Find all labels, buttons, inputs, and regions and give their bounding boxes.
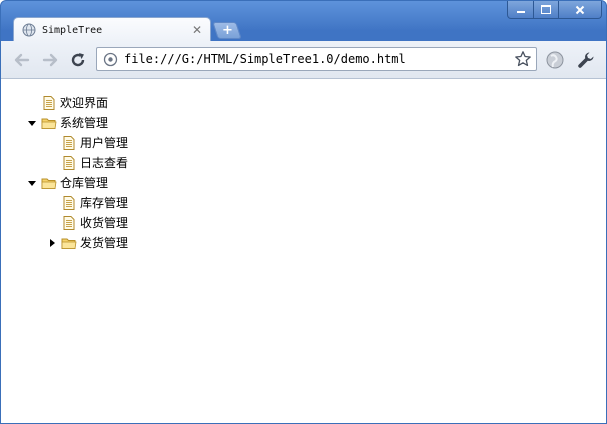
tree-folder[interactable]: 系统管理	[25, 113, 128, 133]
page-icon	[63, 216, 75, 230]
wrench-icon[interactable]	[576, 50, 596, 70]
tab-strip: SimpleTree ✕ +	[1, 1, 606, 42]
tab-simpletree[interactable]: SimpleTree ✕	[13, 17, 211, 42]
page-icon	[63, 196, 75, 210]
maximize-icon	[541, 5, 551, 14]
address-text: file:///G:/HTML/SimpleTree1.0/demo.html	[124, 52, 406, 66]
close-window-button[interactable]	[559, 1, 602, 19]
collapse-triangle-icon[interactable]	[25, 176, 39, 190]
tree-folder[interactable]: 发货管理	[25, 233, 128, 253]
tree-node-label[interactable]: 日志查看	[80, 155, 128, 171]
window-controls	[507, 1, 602, 19]
page-icon	[43, 96, 55, 110]
tree-item[interactable]: 日志查看	[25, 153, 128, 173]
folder-icon	[41, 178, 57, 189]
tree-node-label[interactable]: 收货管理	[80, 215, 128, 231]
tree-item[interactable]: 库存管理	[25, 193, 128, 213]
close-tab-icon[interactable]: ✕	[192, 24, 202, 36]
tree-node-label[interactable]: 用户管理	[80, 135, 128, 151]
reload-icon[interactable]	[69, 51, 87, 69]
tree-folder[interactable]: 仓库管理	[25, 173, 128, 193]
tree-node-label[interactable]: 发货管理	[80, 235, 128, 251]
tab-title: SimpleTree	[42, 24, 103, 36]
back-arrow-icon[interactable]	[13, 51, 31, 69]
globe-icon	[22, 23, 36, 37]
star-icon[interactable]	[514, 50, 532, 68]
globe-menu-icon[interactable]	[545, 50, 565, 70]
folder-icon	[41, 118, 57, 129]
tree-item[interactable]: 用户管理	[25, 133, 128, 153]
simple-tree: 欢迎界面系统管理用户管理日志查看仓库管理库存管理收货管理发货管理	[25, 93, 128, 253]
plus-icon: +	[221, 23, 233, 38]
forward-arrow-icon[interactable]	[41, 51, 59, 69]
tree-node-label[interactable]: 系统管理	[60, 115, 108, 131]
address-bar[interactable]: file:///G:/HTML/SimpleTree1.0/demo.html	[96, 47, 537, 71]
close-icon	[575, 5, 585, 14]
page-icon	[63, 136, 75, 150]
minimize-button[interactable]	[507, 1, 534, 19]
tree-item[interactable]: 欢迎界面	[25, 93, 128, 113]
minimize-icon	[516, 11, 525, 13]
tree-node-label[interactable]: 仓库管理	[60, 175, 108, 191]
new-tab-button[interactable]: +	[212, 22, 242, 39]
browser-window: SimpleTree ✕ + file:///G:/HTML/SimpleTre…	[0, 0, 607, 424]
maximize-button[interactable]	[534, 1, 559, 19]
page-content: 欢迎界面系统管理用户管理日志查看仓库管理库存管理收货管理发货管理	[1, 79, 606, 423]
browser-toolbar: file:///G:/HTML/SimpleTree1.0/demo.html	[1, 41, 606, 79]
page-icon	[103, 52, 118, 66]
folder-icon	[61, 238, 77, 249]
tree-node-label[interactable]: 欢迎界面	[60, 95, 108, 111]
tree-node-label[interactable]: 库存管理	[80, 195, 128, 211]
expand-triangle-icon[interactable]	[45, 236, 59, 250]
page-icon	[63, 156, 75, 170]
tree-item[interactable]: 收货管理	[25, 213, 128, 233]
collapse-triangle-icon[interactable]	[25, 116, 39, 130]
